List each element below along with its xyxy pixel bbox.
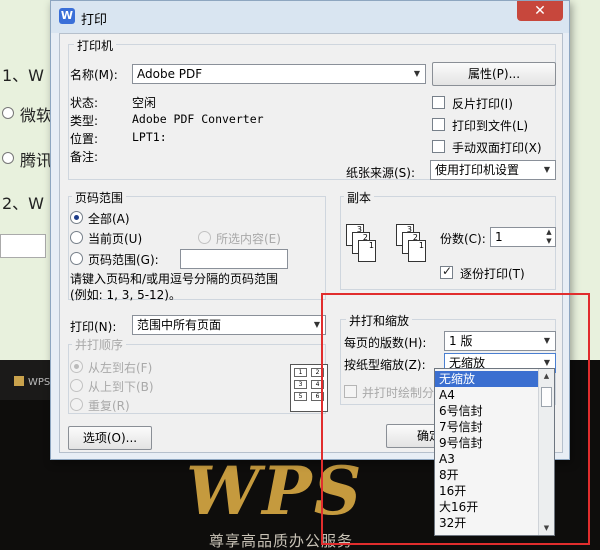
option-radio[interactable] — [2, 107, 14, 119]
title-bar: W 打印 ✕ — [51, 1, 569, 33]
selection-radio[interactable] — [198, 231, 211, 244]
scale-option[interactable]: 大16开 — [435, 499, 539, 515]
wps-taskbar-label: WPS — [14, 376, 50, 388]
options-button[interactable]: 选项(O)... — [68, 426, 152, 450]
scale-option[interactable]: 7号信封 — [435, 419, 539, 435]
collate-page-icon: 1 — [358, 240, 376, 262]
chevron-down-icon: ▼ — [413, 69, 421, 78]
option-radio[interactable] — [2, 152, 14, 164]
scale-option[interactable]: 无缩放 — [435, 371, 539, 387]
properties-button[interactable]: 属性(P)... — [432, 62, 556, 86]
print-to-file-label: 打印到文件(L) — [452, 119, 529, 133]
scale-option[interactable]: 6号信封 — [435, 403, 539, 419]
all-pages-label: 全部(A) — [88, 212, 130, 226]
question-2-text: 2、W — [2, 194, 45, 213]
print-order-group-title: 并打顺序 — [72, 336, 127, 353]
copies-group-title: 副本 — [344, 189, 375, 206]
collate-page-icon: 1 — [408, 240, 426, 262]
manual-duplex-checkbox[interactable] — [432, 140, 445, 153]
question-1-text: 1、W — [2, 66, 45, 85]
page-range-input[interactable] — [180, 249, 288, 269]
print-what-select[interactable]: 范围中所有页面 ▼ — [132, 315, 326, 335]
page-range-radio[interactable] — [70, 252, 83, 265]
left-to-right-radio[interactable] — [70, 360, 83, 373]
page-range-example: (例如: 1, 3, 5-12)。 — [70, 288, 181, 302]
copies-input[interactable]: 1 ▲ ▼ — [490, 227, 556, 247]
print-what-label: 打印(N): — [70, 320, 117, 334]
selection-label: 所选内容(E) — [216, 232, 281, 246]
reverse-print-label: 反片打印(I) — [452, 97, 513, 111]
dialog-title: 打印 — [81, 13, 108, 28]
scale-option[interactable]: A3 — [435, 451, 539, 467]
scale-option[interactable]: 16开 — [435, 483, 539, 499]
type-value: Adobe PDF Converter — [132, 112, 264, 126]
close-icon[interactable]: ✕ — [517, 1, 563, 21]
dropdown-scrollbar[interactable]: ▲ ▼ — [538, 369, 554, 535]
status-label: 状态: — [70, 96, 99, 110]
answer-box[interactable] — [0, 234, 46, 258]
status-value: 空闲 — [132, 96, 157, 110]
print-to-file-checkbox[interactable] — [432, 118, 445, 131]
collate-label: 逐份打印(T) — [460, 267, 525, 281]
wps-icon — [14, 376, 24, 386]
top-to-bottom-radio[interactable] — [70, 379, 83, 392]
all-pages-radio[interactable] — [70, 211, 83, 224]
current-page-label: 当前页(U) — [88, 232, 143, 246]
repeat-label: 重复(R) — [88, 399, 130, 413]
scale-dropdown-list[interactable]: 无缩放 A4 6号信封 7号信封 9号信封 A3 8开 16开 大16开 32开… — [434, 368, 555, 536]
copies-spinner[interactable]: ▲ ▼ — [543, 228, 555, 246]
page-range-group-title: 页码范围 — [72, 189, 127, 206]
wps-app-icon: W — [59, 8, 75, 24]
paper-source-label: 纸张来源(S): — [346, 166, 416, 180]
current-page-radio[interactable] — [70, 231, 83, 244]
option-text: 微软 — [20, 106, 53, 125]
repeat-radio[interactable] — [70, 398, 83, 411]
location-value: LPT1: — [132, 130, 167, 144]
scale-option[interactable]: 8开 — [435, 467, 539, 483]
scale-option[interactable]: 32开 — [435, 515, 539, 531]
paper-source-select[interactable]: 使用打印机设置 ▼ — [430, 160, 556, 180]
manual-duplex-label: 手动双面打印(X) — [452, 141, 542, 155]
page-range-label: 页码范围(G): — [88, 253, 159, 267]
chevron-down-icon: ▼ — [543, 165, 551, 174]
left-to-right-label: 从左到右(F) — [88, 361, 153, 375]
scroll-thumb[interactable] — [541, 387, 552, 407]
scale-option[interactable]: A4 — [435, 387, 539, 403]
location-label: 位置: — [70, 132, 99, 146]
scale-option[interactable]: 9号信封 — [435, 435, 539, 451]
type-label: 类型: — [70, 114, 99, 128]
printer-name-select[interactable]: Adobe PDF ▼ — [132, 64, 426, 84]
copies-label: 份数(C): — [440, 232, 486, 246]
printer-name-label: 名称(M): — [70, 68, 118, 82]
top-to-bottom-label: 从上到下(B) — [88, 380, 154, 394]
printer-group-title: 打印机 — [74, 37, 117, 54]
scroll-down-icon[interactable]: ▼ — [539, 521, 554, 535]
scroll-up-icon[interactable]: ▲ — [539, 369, 554, 383]
option-text: 腾讯 — [20, 151, 53, 170]
comment-label: 备注: — [70, 150, 99, 164]
collate-checkbox[interactable] — [440, 264, 453, 279]
reverse-print-checkbox[interactable] — [432, 96, 445, 109]
page-range-hint: 请键入页码和/或用逗号分隔的页码范围 — [70, 272, 279, 286]
